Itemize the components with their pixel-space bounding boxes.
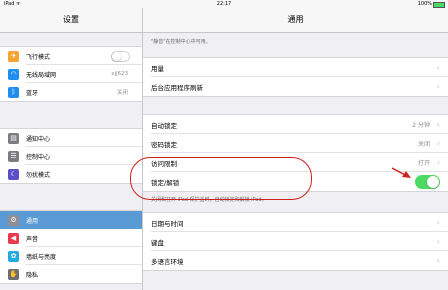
sidebar-item-label: 隐私	[26, 271, 39, 279]
row-label: 日期与时间	[151, 219, 184, 228]
sidebar-item-label: 墙纸与亮度	[26, 253, 57, 261]
wifi-network-value: xjj623	[111, 71, 128, 77]
row-label: 用量	[151, 64, 164, 73]
chevron-right-icon: ›	[436, 139, 440, 148]
row-auto-lock[interactable]: 自动锁定 2 分钟 ›	[143, 115, 448, 134]
page-title: 通用	[143, 8, 448, 33]
annotation-highlight-oval	[130, 157, 312, 200]
sidebar-item-wallpaper-brightness[interactable]: ✿ 墙纸与亮度	[0, 247, 142, 265]
status-bar: iPad ᯤ 22:17 100%	[0, 0, 448, 8]
chevron-right-icon: ›	[436, 120, 440, 129]
sidebar-item-privacy[interactable]: ✋ 隐私	[0, 265, 142, 283]
sidebar-item-control-center[interactable]: ☰ 控制中心	[0, 147, 142, 165]
row-international[interactable]: 多语言环境 ›	[143, 251, 448, 270]
bluetooth-value: 关闭	[116, 90, 128, 96]
sidebar-title: 设置	[0, 8, 142, 33]
sidebar-item-do-not-disturb[interactable]: ☾ 勿扰模式	[0, 165, 142, 183]
airplane-icon: ✈	[8, 50, 19, 62]
row-label: 后台应用程序刷新	[151, 83, 203, 92]
sidebar-group-notifications: ▤ 通知中心 ☰ 控制中心 ☾ 勿扰模式	[0, 128, 142, 184]
sidebar-item-label: 飞行模式	[26, 53, 51, 61]
passcode-lock-value: 关闭	[417, 141, 430, 148]
battery-label: 100%	[417, 1, 432, 7]
chevron-right-icon: ›	[436, 158, 440, 167]
row-usage[interactable]: 用量 ›	[143, 58, 448, 77]
auto-lock-value: 2 分钟	[412, 122, 430, 129]
row-label: 密码锁定	[151, 140, 177, 149]
row-keyboard[interactable]: 键盘 ›	[143, 232, 448, 251]
restrictions-value: 打开	[417, 160, 430, 167]
sidebar-item-label: 勿扰模式	[26, 171, 51, 179]
do-not-disturb-icon: ☾	[8, 168, 19, 180]
bluetooth-icon: ᛒ	[8, 86, 19, 98]
row-passcode-lock[interactable]: 密码锁定 关闭 ›	[143, 134, 448, 153]
sidebar-item-notification-center[interactable]: ▤ 通知中心	[0, 129, 142, 147]
row-label: 多语言环境	[151, 257, 184, 266]
sidebar-group-connectivity: ✈ 飞行模式 ◠ 无线局域网 xjj623 ᛒ 蓝牙 关闭	[0, 46, 142, 102]
sidebar-item-label: 通知中心	[26, 135, 51, 143]
lock-unlock-toggle[interactable]	[415, 175, 440, 189]
airplane-mode-toggle[interactable]	[111, 51, 130, 62]
chevron-right-icon: ›	[436, 82, 440, 91]
privacy-icon: ✋	[8, 268, 19, 280]
control-center-icon: ☰	[8, 150, 19, 162]
row-date-time[interactable]: 日期与时间 ›	[143, 213, 448, 232]
date-keyboard-group: 日期与时间 › 键盘 › 多语言环境 ›	[143, 212, 448, 271]
mute-footnote: "静音"在控制中心中可用。	[151, 39, 211, 45]
sound-icon: ◀	[8, 232, 19, 244]
sidebar-item-label: 控制中心	[26, 153, 51, 161]
sidebar-item-airplane-mode[interactable]: ✈ 飞行模式	[0, 47, 142, 65]
toggle-knob	[112, 52, 121, 61]
sidebar-item-label: 无线局域网	[26, 71, 57, 79]
toggle-knob	[427, 176, 439, 188]
sidebar-item-label: 声音	[26, 235, 39, 243]
notification-center-icon: ▤	[8, 132, 19, 144]
chevron-right-icon: ›	[436, 63, 440, 72]
chevron-right-icon: ›	[436, 256, 440, 265]
clock: 22:17	[216, 1, 232, 7]
wallpaper-icon: ✿	[8, 250, 19, 262]
sidebar-item-wifi[interactable]: ◠ 无线局域网 xjj623	[0, 65, 142, 83]
row-label: 自动锁定	[151, 121, 177, 130]
general-settings-pane: 通用 "静音"在控制中心中可用。 用量 › 后台应用程序刷新 › 自动锁定 2 …	[143, 8, 448, 290]
usage-group: 用量 › 后台应用程序刷新 ›	[143, 57, 448, 97]
settings-sidebar: 设置 ✈ 飞行模式 ◠ 无线局域网 xjj623 ᛒ 蓝牙 关闭 ▤ 通知中心 …	[0, 8, 143, 290]
gear-icon: ⚙	[8, 214, 19, 226]
wifi-icon: ◠	[8, 68, 19, 80]
row-background-app-refresh[interactable]: 后台应用程序刷新 ›	[143, 77, 448, 96]
chevron-right-icon: ›	[436, 218, 440, 227]
chevron-right-icon: ›	[436, 237, 440, 246]
sidebar-item-sounds[interactable]: ◀ 声音	[0, 229, 142, 247]
sidebar-item-label: 蓝牙	[26, 89, 39, 97]
sidebar-item-label: 通用	[26, 217, 39, 225]
sidebar-item-general[interactable]: ⚙ 通用	[0, 211, 142, 229]
row-label: 键盘	[151, 238, 164, 247]
sidebar-item-bluetooth[interactable]: ᛒ 蓝牙 关闭	[0, 83, 142, 101]
sidebar-group-general: ⚙ 通用 ◀ 声音 ✿ 墙纸与亮度 ✋ 隐私	[0, 210, 142, 284]
